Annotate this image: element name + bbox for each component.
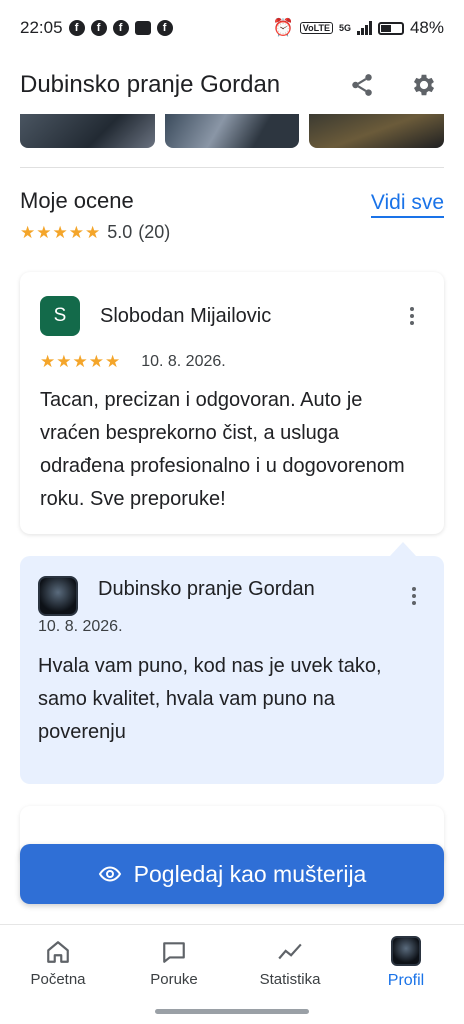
section-divider xyxy=(20,167,444,168)
facebook-notification-icon: f xyxy=(90,20,107,36)
eye-icon xyxy=(98,866,121,882)
nav-item-profile[interactable]: Profil xyxy=(348,925,464,1001)
rating-count: (20) xyxy=(138,222,171,242)
review-header: S Slobodan Mijailovic xyxy=(40,296,424,336)
star-rating-icon: ★★★★★ xyxy=(20,222,102,242)
rating-summary: ★★★★★ 5.0 (20) xyxy=(20,222,444,243)
owner-reply-card: Dubinsko pranje Gordan 10. 8. 2026. Hval… xyxy=(20,542,444,784)
volte-icon: VoLTE xyxy=(299,22,333,34)
view-as-customer-button[interactable]: Pogledaj kao mušterija xyxy=(20,844,444,904)
reply-author: Dubinsko pranje Gordan xyxy=(98,578,315,600)
nav-item-home[interactable]: Početna xyxy=(0,925,116,1001)
gallery-photo[interactable] xyxy=(309,114,445,148)
see-all-link[interactable]: Vidi sve xyxy=(370,190,444,218)
status-bar: 22:05 f f f f ⏰ VoLTE 5G 48% xyxy=(0,0,464,56)
nav-item-messages[interactable]: Poruke xyxy=(116,925,232,1001)
gallery-photo[interactable] xyxy=(20,114,155,148)
review-meta: ★★★★★ 10. 8. 2026. xyxy=(40,352,424,372)
nav-label: Profil xyxy=(387,972,425,989)
profile-content[interactable]: Moje ocene Vidi sve ★★★★★ 5.0 (20) S Slo… xyxy=(0,114,464,924)
view-as-customer-label: Pogledaj kao mušterija xyxy=(133,860,367,887)
share-button[interactable] xyxy=(342,65,382,105)
ratings-header: Moje ocene Vidi sve ★★★★★ 5.0 (20) xyxy=(20,188,444,243)
home-icon xyxy=(47,940,69,963)
nav-label: Statistika xyxy=(259,970,321,988)
more-options-icon[interactable] xyxy=(402,584,426,608)
bottom-navigation: Početna Poruke Statistika Profil xyxy=(0,924,464,1024)
settings-button[interactable] xyxy=(404,65,444,105)
network-type: 5G xyxy=(338,23,351,33)
alarm-icon: ⏰ xyxy=(272,18,294,37)
status-left: 22:05 f f f f xyxy=(20,18,173,38)
status-right: ⏰ VoLTE 5G 48% xyxy=(273,18,444,38)
chart-icon xyxy=(278,943,302,959)
nav-item-statistics[interactable]: Statistika xyxy=(232,925,348,1001)
gallery-photo[interactable] xyxy=(164,114,300,148)
reply-text: Hvala vam puno, kod nas je uvek tako, sa… xyxy=(38,655,382,743)
review-author: Slobodan Mijailovic xyxy=(100,304,272,327)
facebook-notification-icon: f xyxy=(156,20,173,36)
home-indicator[interactable] xyxy=(155,1009,309,1014)
battery-icon xyxy=(377,21,404,35)
nav-label: Poruke xyxy=(150,970,198,988)
nav-label: Početna xyxy=(30,970,86,988)
reply-header: Dubinsko pranje Gordan xyxy=(38,576,426,616)
rating-score: 5.0 xyxy=(107,222,133,242)
battery-percent: 48% xyxy=(409,18,444,37)
status-time: 22:05 xyxy=(20,18,63,37)
facebook-notification-icon: f xyxy=(68,20,85,36)
page-title: Dubinsko pranje Gordan xyxy=(20,71,281,98)
gear-icon xyxy=(413,74,435,96)
avatar: S xyxy=(40,296,80,336)
review-text: Tacan, precizan i odgovoran. Auto je vra… xyxy=(40,389,405,510)
more-options-icon[interactable] xyxy=(400,304,424,328)
review-date: 10. 8. 2026. xyxy=(141,353,226,370)
star-rating-icon: ★★★★★ xyxy=(40,352,122,371)
facebook-notification-icon: f xyxy=(112,20,129,36)
review-card: S Slobodan Mijailovic ★★★★★ 10. 8. 2026.… xyxy=(20,272,444,534)
chat-icon xyxy=(163,941,185,963)
signal-icon xyxy=(356,21,372,35)
app-bar: Dubinsko pranje Gordan xyxy=(0,56,464,114)
reply-date: 10. 8. 2026. xyxy=(38,618,123,635)
share-icon xyxy=(352,74,372,96)
profile-logo-icon xyxy=(391,936,421,966)
business-logo-icon xyxy=(38,576,78,616)
app-notification-icon xyxy=(134,21,151,35)
photo-gallery xyxy=(20,114,445,148)
